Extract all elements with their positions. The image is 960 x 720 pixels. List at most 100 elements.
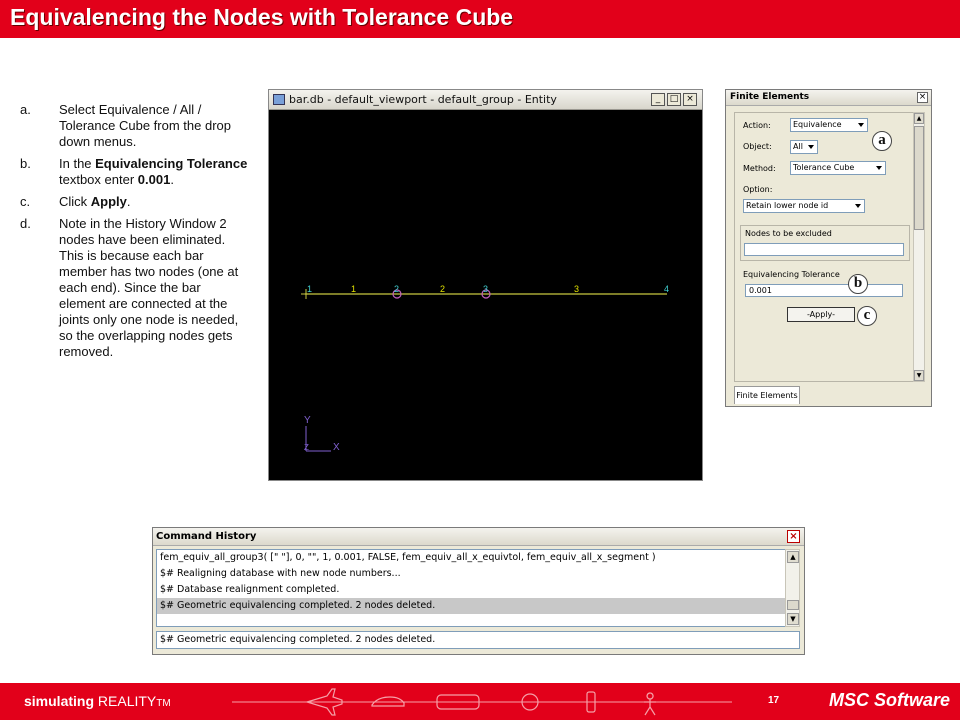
- msc-logo: MSC Software: [829, 690, 951, 710]
- command-history-window: Command History × fem_equiv_all_group3( …: [152, 527, 805, 655]
- instruction-text: Select Equivalence / All / Tolerance Cub…: [59, 102, 250, 150]
- history-list[interactable]: fem_equiv_all_group3( [" "], 0, "", 1, 0…: [156, 549, 786, 627]
- nodes-excluded-group: Nodes to be excluded: [740, 225, 910, 261]
- slide-title: Equivalencing the Nodes with Tolerance C…: [10, 4, 514, 30]
- instruction-letter: c.: [20, 194, 31, 209]
- node-label: 3: [483, 284, 488, 294]
- title-bar: Equivalencing the Nodes with Tolerance C…: [0, 0, 960, 38]
- instruction-step: a. Select Equivalence / All / Tolerance C…: [20, 102, 250, 150]
- footer: simulating REALITYTM 17 MSC Software: [0, 683, 960, 720]
- instructions-list: a. Select Equivalence / All / Tolerance C…: [20, 102, 250, 366]
- x-axis-label: X: [333, 442, 340, 453]
- history-line[interactable]: fem_equiv_all_group3( [" "], 0, "", 1, 0…: [157, 550, 785, 566]
- element-label: 2: [440, 284, 445, 294]
- instruction-emphasis: Equivalencing Tolerance: [95, 156, 248, 171]
- instruction-letter: a.: [20, 102, 31, 117]
- instruction-letter: d.: [20, 216, 31, 231]
- instruction-text: In the Equivalencing Tolerance textbox e…: [59, 156, 250, 188]
- instruction-letter: b.: [20, 156, 31, 171]
- history-line[interactable]: $# Database realignment completed.: [157, 582, 785, 598]
- scroll-down-icon[interactable]: ▼: [914, 370, 924, 381]
- instruction-fragment: In the: [59, 156, 96, 171]
- instruction-step: b. In the Equivalencing Tolerance textbox…: [20, 156, 250, 188]
- viewport-title: bar.db - default_viewport - default_grou…: [289, 93, 557, 106]
- scroll-thumb[interactable]: [787, 600, 799, 610]
- minimize-button[interactable]: _: [651, 93, 665, 106]
- instruction-fragment: Note in the History Window 2 nodes have …: [59, 216, 239, 359]
- scroll-down-icon[interactable]: ▼: [787, 613, 799, 625]
- fe-scrollbar[interactable]: ▲ ▼: [913, 112, 925, 382]
- instruction-fragment: Click: [59, 194, 91, 209]
- element-label: 1: [351, 284, 356, 294]
- nodes-excluded-label: Nodes to be excluded: [745, 229, 832, 238]
- chevron-down-icon: [808, 145, 814, 149]
- slide: Equivalencing the Nodes with Tolerance C…: [0, 0, 960, 720]
- tolerance-label: Equivalencing Tolerance: [743, 270, 840, 279]
- tagline-mark: TM: [156, 698, 171, 709]
- z-axis-label: Z: [304, 443, 309, 452]
- window-icon: [273, 94, 285, 105]
- callout-c: c: [857, 306, 877, 326]
- object-value: All: [793, 142, 803, 151]
- apply-button[interactable]: -Apply-: [787, 307, 855, 322]
- instruction-text: Click Apply.: [59, 194, 250, 210]
- command-input[interactable]: $# Geometric equivalencing completed. 2 …: [156, 631, 800, 649]
- object-dropdown[interactable]: All: [790, 140, 818, 154]
- tagline: simulating REALITYTM: [24, 693, 171, 709]
- action-value: Equivalence: [793, 120, 842, 129]
- history-title: Command History: [156, 531, 257, 542]
- instruction-fragment: Select Equivalence / All / Tolerance Cub…: [59, 102, 231, 149]
- instruction-emphasis: 0.001: [137, 172, 171, 187]
- close-button[interactable]: ×: [683, 93, 697, 106]
- tagline-rest: REALITY: [94, 693, 157, 709]
- person-icon: [644, 692, 656, 716]
- method-dropdown[interactable]: Tolerance Cube: [790, 161, 886, 175]
- option-label: Option:: [743, 185, 773, 194]
- tolerance-field[interactable]: 0.001: [745, 284, 903, 297]
- maximize-button[interactable]: □: [667, 93, 681, 106]
- history-line[interactable]: $# Geometric equivalencing completed. 2 …: [157, 598, 785, 614]
- tab-finite-elements[interactable]: Finite Elements: [734, 386, 800, 404]
- option-value: Retain lower node id: [746, 201, 829, 210]
- method-value: Tolerance Cube: [793, 163, 855, 172]
- footer-decoration: [232, 688, 732, 716]
- viewport-window[interactable]: bar.db - default_viewport - default_grou…: [268, 89, 703, 481]
- callout-a: a: [872, 131, 892, 151]
- history-line[interactable]: $# Realigning database with new node num…: [157, 566, 785, 582]
- instruction-fragment: textbox enter: [59, 172, 138, 187]
- option-dropdown[interactable]: Retain lower node id: [743, 199, 865, 213]
- fe-form: Action: Equivalence Object: All Method: …: [734, 112, 916, 382]
- node-label: 2: [394, 284, 399, 294]
- tagline-bold: simulating: [24, 693, 95, 709]
- nodes-excluded-field[interactable]: [744, 243, 904, 256]
- history-scrollbar[interactable]: ▲ ▼: [785, 549, 800, 627]
- scroll-up-icon[interactable]: ▲: [787, 551, 799, 563]
- chevron-down-icon: [855, 204, 861, 208]
- node-label: 1: [307, 284, 312, 294]
- element-label: 3: [574, 284, 579, 294]
- history-close-button[interactable]: ×: [787, 530, 800, 543]
- y-axis-label: Y: [304, 415, 311, 426]
- fe-panel-title: Finite Elements: [730, 92, 810, 102]
- action-label: Action:: [743, 121, 771, 130]
- history-title-bar: Command History ×: [153, 528, 804, 546]
- chevron-down-icon: [876, 166, 882, 170]
- chevron-down-icon: [858, 123, 864, 127]
- viewport-title-bar[interactable]: bar.db - default_viewport - default_grou…: [269, 90, 702, 110]
- scroll-thumb[interactable]: [914, 126, 924, 230]
- fe-title-bar: Finite Elements ×: [726, 90, 931, 106]
- callout-b: b: [848, 274, 868, 294]
- fe-close-button[interactable]: ×: [917, 92, 928, 103]
- method-label: Method:: [743, 164, 776, 173]
- model-canvas[interactable]: 1 2 3 4 1 2 3 Y Z X: [269, 111, 702, 480]
- scroll-up-icon[interactable]: ▲: [914, 113, 924, 124]
- node-label: 4: [664, 284, 669, 294]
- instruction-text: Note in the History Window 2 nodes have …: [59, 216, 250, 360]
- finite-elements-panel: Finite Elements × Action: Equivalence Ob…: [725, 89, 932, 407]
- instruction-fragment: .: [170, 172, 174, 187]
- object-label: Object:: [743, 142, 772, 151]
- instruction-fragment: .: [126, 194, 131, 209]
- action-dropdown[interactable]: Equivalence: [790, 118, 868, 132]
- instruction-emphasis: Apply: [90, 194, 127, 209]
- page-number: 17: [768, 695, 780, 706]
